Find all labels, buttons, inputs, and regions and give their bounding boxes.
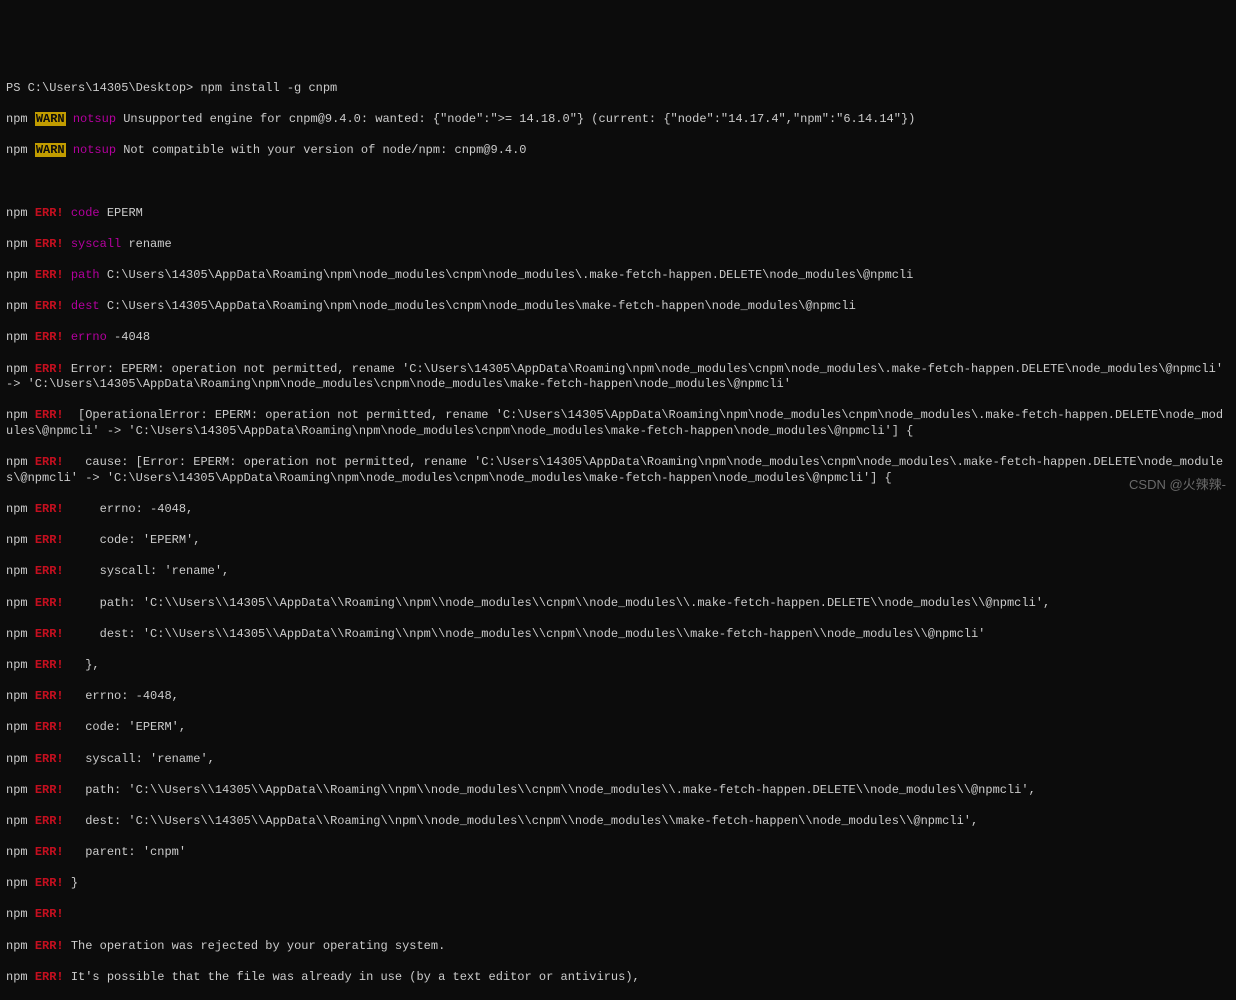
- npm-tag: npm: [6, 689, 35, 703]
- npm-tag: npm: [6, 907, 35, 921]
- warn-tag: WARN: [35, 143, 66, 157]
- warn-msg: Not compatible with your version of node…: [123, 143, 526, 157]
- npm-tag: npm: [6, 455, 35, 469]
- err-tag: ERR!: [35, 206, 64, 220]
- err-tag: ERR!: [35, 876, 64, 890]
- err-detail: }: [64, 876, 78, 890]
- npm-tag: npm: [6, 627, 35, 641]
- npm-tag: npm: [6, 143, 35, 157]
- err-tag: ERR!: [35, 658, 64, 672]
- err-tag: ERR!: [35, 330, 64, 344]
- npm-tag: npm: [6, 939, 35, 953]
- err-tag: ERR!: [35, 752, 64, 766]
- err-tag: ERR!: [35, 783, 64, 797]
- npm-tag: npm: [6, 876, 35, 890]
- err-tag: ERR!: [35, 502, 64, 516]
- err-tag: ERR!: [35, 845, 64, 859]
- err-tag: ERR!: [35, 627, 64, 641]
- npm-tag: npm: [6, 237, 35, 251]
- npm-tag: npm: [6, 970, 35, 984]
- err-dest-val: C:\Users\14305\AppData\Roaming\npm\node_…: [107, 299, 856, 313]
- err-tag: ERR!: [35, 689, 64, 703]
- err-errno-val: -4048: [114, 330, 150, 344]
- npm-tag: npm: [6, 783, 35, 797]
- npm-tag: npm: [6, 564, 35, 578]
- err-detail: path: 'C:\\Users\\14305\\AppData\\Roamin…: [64, 783, 1036, 797]
- err-tag: ERR!: [35, 564, 64, 578]
- err-detail: errno: -4048,: [64, 502, 194, 516]
- err-dest-label: dest: [64, 299, 107, 313]
- err-tag: ERR!: [35, 970, 64, 984]
- err-tag: ERR!: [35, 720, 64, 734]
- err-detail: syscall: 'rename',: [64, 564, 230, 578]
- npm-tag: npm: [6, 596, 35, 610]
- err-tag: ERR!: [35, 299, 64, 313]
- err-detail: code: 'EPERM',: [64, 533, 201, 547]
- err-errno-label: errno: [64, 330, 114, 344]
- err-advice: It's possible that the file was already …: [64, 970, 640, 984]
- err-tag: ERR!: [35, 408, 64, 422]
- terminal-output[interactable]: PS C:\Users\14305\Desktop> npm install -…: [6, 65, 1230, 1000]
- typed-command: npm install -g cnpm: [200, 81, 337, 95]
- err-tag: ERR!: [35, 814, 64, 828]
- npm-tag: npm: [6, 206, 35, 220]
- notsup-tag: notsup: [66, 143, 124, 157]
- npm-tag: npm: [6, 752, 35, 766]
- err-detail: dest: 'C:\\Users\\14305\\AppData\\Roamin…: [64, 814, 979, 828]
- err-detail: },: [64, 658, 100, 672]
- npm-tag: npm: [6, 408, 35, 422]
- err-tag: ERR!: [35, 237, 64, 251]
- npm-tag: npm: [6, 362, 35, 376]
- err-detail: [OperationalError: EPERM: operation not …: [6, 408, 1223, 438]
- npm-tag: npm: [6, 502, 35, 516]
- err-detail: parent: 'cnpm': [64, 845, 186, 859]
- npm-tag: npm: [6, 814, 35, 828]
- err-detail: dest: 'C:\\Users\\14305\\AppData\\Roamin…: [64, 627, 986, 641]
- npm-tag: npm: [6, 658, 35, 672]
- err-detail: code: 'EPERM',: [64, 720, 186, 734]
- notsup-tag: notsup: [66, 112, 124, 126]
- err-code-val: EPERM: [107, 206, 143, 220]
- err-path-val: C:\Users\14305\AppData\Roaming\npm\node_…: [107, 268, 914, 282]
- err-syscall-label: syscall: [64, 237, 129, 251]
- warn-msg: Unsupported engine for cnpm@9.4.0: wante…: [123, 112, 915, 126]
- err-detail: errno: -4048,: [64, 689, 179, 703]
- err-tag: ERR!: [35, 907, 64, 921]
- npm-tag: npm: [6, 720, 35, 734]
- err-advice: The operation was rejected by your opera…: [64, 939, 446, 953]
- err-detail: syscall: 'rename',: [64, 752, 215, 766]
- err-syscall-val: rename: [128, 237, 171, 251]
- err-tag: ERR!: [35, 939, 64, 953]
- npm-tag: npm: [6, 533, 35, 547]
- npm-tag: npm: [6, 330, 35, 344]
- watermark: CSDN @火辣辣-: [1129, 477, 1226, 494]
- err-path-label: path: [64, 268, 107, 282]
- npm-tag: npm: [6, 112, 35, 126]
- npm-tag: npm: [6, 299, 35, 313]
- err-tag: ERR!: [35, 362, 64, 376]
- err-tag: ERR!: [35, 533, 64, 547]
- npm-tag: npm: [6, 268, 35, 282]
- err-detail: cause: [Error: EPERM: operation not perm…: [6, 455, 1223, 485]
- err-tag: ERR!: [35, 596, 64, 610]
- err-tag: ERR!: [35, 268, 64, 282]
- err-tag: ERR!: [35, 455, 64, 469]
- err-detail: path: 'C:\\Users\\14305\\AppData\\Roamin…: [64, 596, 1051, 610]
- npm-tag: npm: [6, 845, 35, 859]
- warn-tag: WARN: [35, 112, 66, 126]
- prompt: PS C:\Users\14305\Desktop>: [6, 81, 200, 95]
- err-detail: [64, 907, 71, 921]
- err-code-label: code: [64, 206, 107, 220]
- err-detail: Error: EPERM: operation not permitted, r…: [6, 362, 1230, 392]
